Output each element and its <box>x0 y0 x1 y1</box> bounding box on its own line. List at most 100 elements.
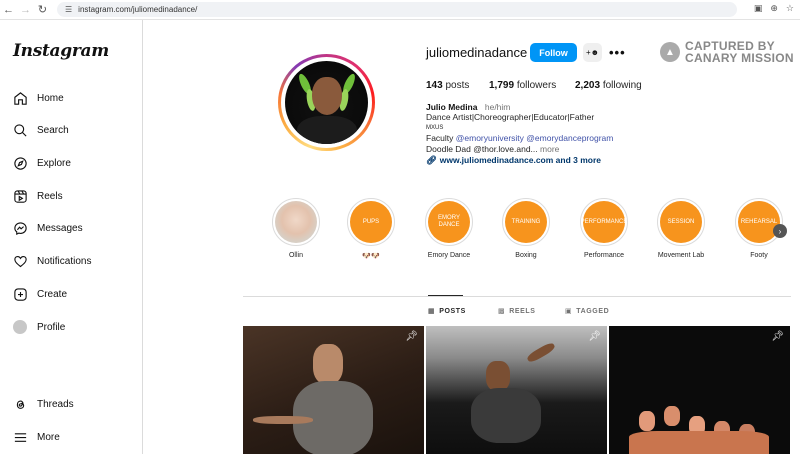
watermark: ▲ CAPTURED BY CANARY MISSION <box>660 40 794 64</box>
url-text: instagram.com/juliomedinadance/ <box>78 5 198 14</box>
pinned-icon: 📌︎ <box>405 331 418 342</box>
highlight-item[interactable]: Ollin <box>270 198 322 259</box>
sidebar-item-label: More <box>37 431 60 443</box>
messenger-icon <box>12 220 28 236</box>
chevron-right-icon[interactable]: › <box>773 224 787 238</box>
home-icon <box>12 90 28 106</box>
pinned-icon: 📌︎ <box>771 331 784 342</box>
hamburger-icon <box>12 429 28 445</box>
tab-tagged[interactable]: ▣ TAGGED <box>565 307 609 316</box>
highlight-cover: SESSION <box>660 201 702 243</box>
sidebar-item-reels[interactable]: Reels <box>12 185 63 207</box>
sidebar-item-create[interactable]: Create <box>12 283 67 305</box>
sidebar-item-label: Threads <box>37 398 74 410</box>
sidebar: Instagram Home Search Explore Reels Mess… <box>0 20 143 454</box>
grid-icon: ▦ <box>428 308 436 315</box>
sidebar-item-label: Search <box>37 124 69 136</box>
add-user-icon: +☻ <box>585 48 600 57</box>
highlight-item[interactable]: TRAINING Boxing <box>500 198 552 259</box>
tab-divider <box>243 296 791 297</box>
link-icon: 🔗︎ <box>426 155 437 166</box>
sidebar-item-label: Create <box>37 288 68 300</box>
bio-line: Faculty <box>426 133 456 144</box>
profile-avatar-icon <box>12 319 28 335</box>
mention-link[interactable]: @emorydanceprogram <box>526 133 613 143</box>
profile-stats: 143 posts 1,799 followers 2,203 followin… <box>426 80 642 91</box>
install-app-icon[interactable]: ▣ <box>754 3 763 14</box>
highlight-cover <box>275 201 317 243</box>
site-settings-icon[interactable]: ☰ <box>65 5 72 14</box>
sidebar-item-more[interactable]: More <box>12 426 60 448</box>
reels-icon: ▩ <box>498 308 506 315</box>
sidebar-item-notifications[interactable]: Notifications <box>12 250 91 272</box>
external-link[interactable]: www.juliomedinadance.com and 3 more <box>440 155 601 165</box>
posts-count: 143 posts <box>426 80 470 91</box>
highlight-cover: EMORY DANCE <box>428 201 470 243</box>
tab-posts[interactable]: ▦ POSTS <box>428 307 466 316</box>
suggested-accounts-button[interactable]: +☻ <box>583 43 602 62</box>
profile-avatar[interactable] <box>278 54 375 151</box>
highlight-item[interactable]: EMORY DANCE Emory Dance <box>423 198 475 259</box>
watermark-line2: CANARY MISSION <box>685 51 794 65</box>
bio-more-link[interactable]: more <box>540 144 559 154</box>
forward-arrow-icon[interactable]: → <box>17 1 34 19</box>
highlight-item[interactable]: PUPS 🐶🐶 <box>345 198 397 260</box>
threads-icon <box>12 396 28 412</box>
profile-full-name: Julio Medina <box>426 102 478 112</box>
reload-icon[interactable]: ↻ <box>34 1 51 19</box>
pinned-icon: 📌︎ <box>588 331 601 342</box>
bio-line: Dance Artist|Choreographer|Educator|Fath… <box>426 112 595 123</box>
profile-username: juliomedinadance <box>426 45 528 60</box>
browser-toolbar: ← → ↻ ☰ instagram.com/juliomedinadance/ … <box>0 0 800 20</box>
post-thumbnail[interactable]: 📌︎ <box>609 326 790 454</box>
sidebar-item-home[interactable]: Home <box>12 87 64 109</box>
highlight-label: Performance <box>583 252 625 259</box>
highlight-cover: PUPS <box>350 201 392 243</box>
highlight-item[interactable]: SESSION Movement Lab <box>655 198 707 259</box>
sidebar-item-label: Reels <box>37 190 63 202</box>
sidebar-item-profile[interactable]: Profile <box>12 316 65 338</box>
tab-reels[interactable]: ▩ REELS <box>498 307 536 316</box>
highlight-label: Ollin <box>288 252 303 259</box>
sidebar-item-explore[interactable]: Explore <box>12 152 71 174</box>
sidebar-item-threads[interactable]: Threads <box>12 393 74 415</box>
highlight-label: Movement Lab <box>657 252 705 259</box>
bookmark-star-icon[interactable]: ☆ <box>786 3 794 14</box>
compass-icon <box>12 155 28 171</box>
highlight-cover: TRAINING <box>505 201 547 243</box>
post-thumbnail[interactable]: 📌︎ <box>426 326 607 454</box>
instagram-logo[interactable]: Instagram <box>13 41 109 61</box>
search-icon <box>12 122 28 138</box>
sidebar-item-search[interactable]: Search <box>12 119 69 141</box>
zoom-icon[interactable]: ⊕ <box>770 3 778 14</box>
following-link[interactable]: 2,203 following <box>575 80 642 91</box>
plus-square-icon <box>12 286 28 302</box>
follow-button[interactable]: Follow <box>530 43 577 62</box>
highlight-item[interactable]: PERFORMANCE Performance <box>578 198 630 259</box>
post-thumbnail[interactable]: 📌︎ <box>243 326 424 454</box>
highlight-label: 🐶🐶 <box>362 253 380 260</box>
sidebar-item-label: Home <box>37 92 64 104</box>
more-options-icon[interactable]: ••• <box>609 45 626 60</box>
heart-icon <box>12 253 28 269</box>
bio-line: MXUS <box>426 124 444 131</box>
sidebar-item-label: Profile <box>37 321 66 333</box>
sidebar-item-messages[interactable]: Messages <box>12 217 83 239</box>
address-bar[interactable]: ☰ instagram.com/juliomedinadance/ <box>57 2 737 17</box>
reels-icon <box>12 188 28 204</box>
mention-link[interactable]: @emoryuniversity <box>456 133 524 143</box>
browser-actions: ▣ ⊕ ☆ <box>754 3 794 14</box>
active-tab-indicator <box>428 295 463 296</box>
highlight-cover: REHEARSAL <box>738 201 780 243</box>
back-arrow-icon[interactable]: ← <box>0 1 17 19</box>
sidebar-item-label: Messages <box>37 222 83 234</box>
tagged-icon: ▣ <box>565 308 573 315</box>
sidebar-item-label: Explore <box>37 157 71 169</box>
followers-link[interactable]: 1,799 followers <box>489 80 575 91</box>
bio-line: Doodle Dad @thor.love.and... <box>426 143 538 154</box>
profile-photo <box>285 61 368 144</box>
canary-logo-icon: ▲ <box>660 42 680 62</box>
profile-bio: Julio Medina he/him Dance Artist|Choreog… <box>426 102 613 165</box>
highlight-label: Boxing <box>515 252 537 259</box>
sidebar-item-label: Notifications <box>37 255 92 267</box>
